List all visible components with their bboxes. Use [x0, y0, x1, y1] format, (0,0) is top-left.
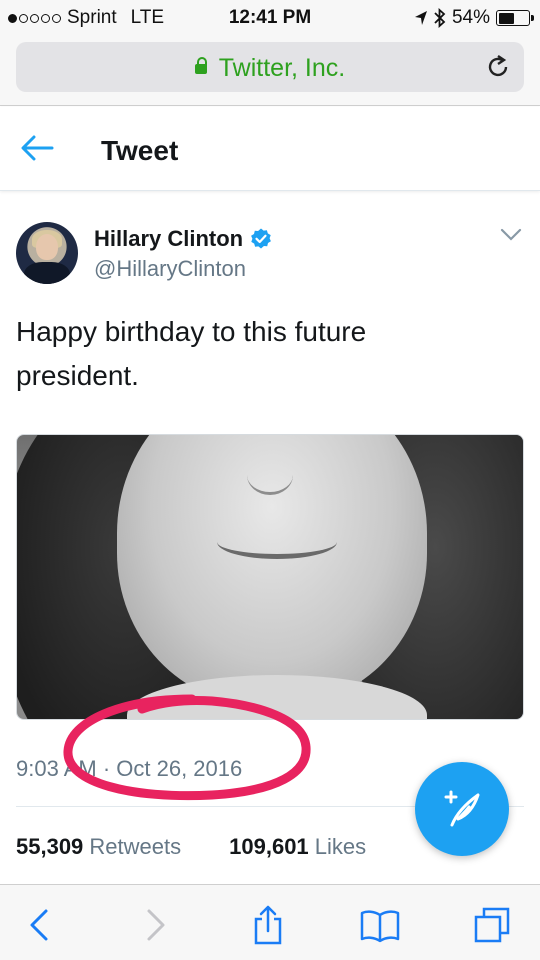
safari-back-icon[interactable]: [20, 905, 60, 945]
browser-chrome: Twitter, Inc.: [0, 36, 540, 106]
author-name[interactable]: Hillary Clinton: [94, 226, 273, 252]
safari-forward-icon[interactable]: [135, 905, 175, 945]
verified-icon: [251, 228, 272, 249]
avatar[interactable]: [16, 222, 78, 284]
compose-tweet-button[interactable]: [415, 762, 509, 856]
bluetooth-icon: [434, 8, 446, 28]
likes-label: Likes: [314, 834, 367, 859]
share-icon[interactable]: [248, 905, 288, 945]
likes-stat[interactable]: 109,601 Likes: [229, 834, 366, 860]
address-display[interactable]: Twitter, Inc.: [16, 54, 524, 83]
retweets-count: 55,309: [16, 834, 84, 859]
bookmarks-icon[interactable]: [360, 905, 400, 945]
retweets-stat[interactable]: 55,309 Retweets: [16, 834, 181, 860]
tabs-icon[interactable]: [472, 905, 512, 945]
retweets-label: Retweets: [89, 834, 182, 859]
tweet-header: Tweet: [0, 107, 540, 191]
battery-percent: 54%: [451, 7, 490, 28]
browser-toolbar: [0, 884, 540, 960]
lock-icon: [194, 57, 207, 74]
tweet-stats: 55,309 Retweets 109,601 Likes: [16, 834, 366, 860]
author-handle[interactable]: @HillaryClinton: [94, 256, 246, 282]
likes-count: 109,601: [229, 834, 309, 859]
address-bar[interactable]: Twitter, Inc.: [16, 42, 524, 92]
tweet-text: Happy birthday to this future president.: [16, 316, 367, 391]
back-arrow-icon[interactable]: [20, 135, 54, 161]
address-text: Twitter, Inc.: [218, 54, 346, 82]
page-title: Tweet: [101, 135, 179, 166]
location-icon: [414, 11, 427, 25]
compose-icon: [444, 790, 480, 827]
reload-icon[interactable]: [484, 53, 512, 81]
status-bar: Sprint LTE 12:41 PM 54%: [0, 0, 540, 36]
tweet-photo[interactable]: [16, 434, 524, 720]
status-right: 54%: [414, 7, 534, 29]
battery-icon: [496, 10, 534, 26]
display-name: Hillary Clinton: [94, 226, 244, 251]
chevron-down-icon[interactable]: [500, 228, 522, 242]
pink-circle-annotation: [63, 694, 311, 801]
